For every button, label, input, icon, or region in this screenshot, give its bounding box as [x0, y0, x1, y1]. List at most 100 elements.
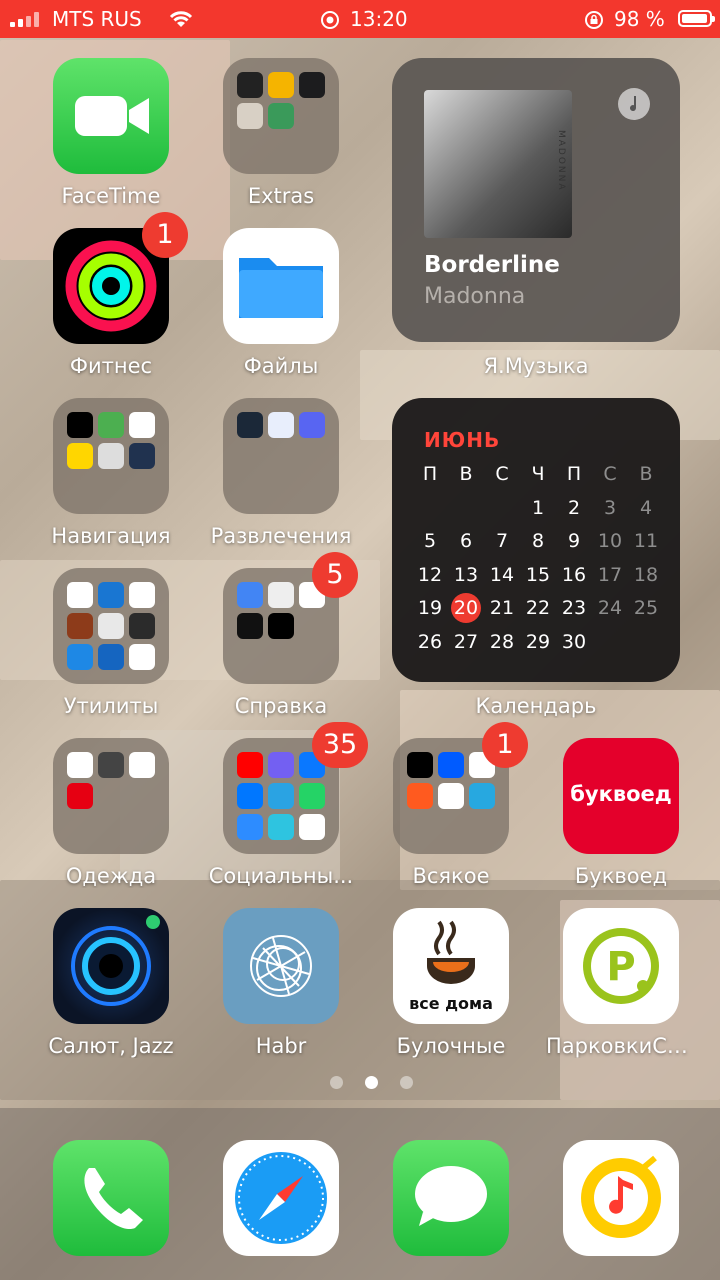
folder-icon: [53, 398, 169, 514]
folder-label: Extras: [247, 184, 315, 208]
dock-phone[interactable]: [36, 1140, 186, 1256]
app-label: ПарковкиСа...: [546, 1034, 696, 1058]
app-label: Салют, Jazz: [48, 1034, 174, 1058]
app-label: FaceTime: [61, 184, 161, 208]
calendar-weekday: П: [566, 463, 582, 485]
dock-messages[interactable]: [376, 1140, 526, 1256]
app-bukvoed[interactable]: буквоед Буквоед: [546, 738, 696, 888]
app-parking[interactable]: P ПарковкиСа...: [546, 908, 696, 1058]
battery-percent: 98 %: [614, 7, 665, 31]
notification-badge: 1: [482, 722, 528, 768]
calendar-day: 5: [423, 530, 437, 552]
folder-icon: [223, 398, 339, 514]
dock-safari[interactable]: [206, 1140, 356, 1256]
notification-badge: 1: [142, 212, 188, 258]
calendar-day: 15: [525, 563, 551, 586]
calendar-day: 26: [417, 630, 443, 653]
track-artist: Madonna: [424, 284, 526, 309]
dock: [0, 1108, 720, 1280]
calendar-day: 24: [597, 597, 623, 619]
carrier-name: MTS RUS: [52, 7, 142, 31]
folder-reference[interactable]: 5 Справка: [206, 552, 358, 718]
app-bakeries[interactable]: все дома Булочные: [376, 908, 526, 1058]
folder-clothing[interactable]: Одежда: [36, 738, 186, 888]
folder-label: Всякое: [412, 864, 490, 888]
messages-bubble-icon: [393, 1140, 509, 1256]
app-label: Буквоед: [574, 864, 668, 888]
calendar-day: 27: [453, 630, 479, 653]
folder-utilities[interactable]: Утилиты: [36, 568, 186, 718]
calendar-weekday: С: [495, 463, 509, 485]
folder-label: Справка: [234, 694, 328, 718]
calendar-day: [484, 492, 520, 526]
folder-social[interactable]: 35 Социальны...: [206, 722, 368, 888]
calendar-day: 10: [597, 530, 623, 552]
album-cover: MADONNA: [424, 90, 572, 238]
yandex-music-icon: [563, 1140, 679, 1256]
location-icon: [321, 11, 339, 29]
app-fitness[interactable]: 1 Фитнес: [36, 212, 188, 378]
coffee-cup-icon: все дома: [393, 908, 509, 1024]
app-label: Булочные: [396, 1034, 506, 1058]
cellular-signal-icon: [10, 11, 44, 27]
calendar-day: 8: [531, 530, 545, 552]
app-label: Файлы: [243, 354, 319, 378]
calendar-day: 13: [453, 563, 479, 586]
folder-navigation[interactable]: Навигация: [36, 398, 186, 548]
parking-icon: P: [563, 908, 679, 1024]
calendar-month: ИЮНЬ: [424, 428, 501, 452]
calendar-day: 28: [489, 630, 515, 653]
music-widget[interactable]: MADONNA Borderline Madonna: [392, 58, 680, 342]
calendar-day: 11: [633, 530, 659, 552]
calendar-widget[interactable]: ИЮНЬ П В С Ч П С В 1 2 3 4 5 6 7 8 9 10 11 12 13 14 15 16 17 18 1…: [392, 398, 680, 682]
calendar-day: 9: [567, 530, 581, 552]
notification-badge: 35: [312, 722, 368, 768]
calendar-day: 1: [531, 496, 545, 519]
calendar-day: 12: [417, 563, 443, 586]
clock: 13:20: [350, 7, 408, 31]
folder-entertainment[interactable]: Развлечения: [206, 398, 356, 548]
app-label: Habr: [255, 1034, 307, 1058]
calendar-day: 17: [597, 563, 623, 586]
calendar-day: 2: [567, 496, 581, 519]
calendar-weekday: В: [639, 463, 653, 485]
page-indicator[interactable]: [330, 1076, 413, 1089]
calendar-widget-label: Календарь: [475, 694, 597, 718]
app-facetime[interactable]: FaceTime: [36, 58, 186, 208]
page-dot-active: [365, 1076, 378, 1089]
calendar-day: 30: [561, 630, 587, 653]
page-dot: [400, 1076, 413, 1089]
bukvoed-logo-text: буквоед: [570, 782, 672, 806]
album-cover-text: MADONNA: [556, 130, 566, 192]
wifi-icon: [169, 11, 193, 27]
rotation-lock-icon: [585, 11, 603, 29]
folder-icon: [53, 568, 169, 684]
calendar-weekday: В: [459, 463, 473, 485]
folder-label: Развлечения: [210, 524, 352, 548]
bakery-logo-text: все дома: [409, 994, 493, 1013]
app-files[interactable]: Файлы: [206, 228, 356, 378]
notification-badge: 5: [312, 552, 358, 598]
calendar-day: 21: [489, 597, 515, 619]
calendar-week-row: 5 6 7 8 9 10 11: [412, 525, 664, 559]
calendar-weekday: Ч: [531, 463, 545, 485]
calendar-weekday: С: [603, 463, 617, 485]
facetime-icon: [53, 58, 169, 174]
calendar-day: [412, 492, 448, 526]
music-service-icon: [618, 88, 650, 120]
calendar-day: 4: [639, 496, 653, 519]
svg-text:P: P: [606, 944, 635, 990]
calendar-day: [448, 492, 484, 526]
battery-icon: [678, 10, 715, 27]
dock-music[interactable]: [546, 1140, 696, 1256]
folder-icon: [223, 58, 339, 174]
folder-misc[interactable]: 1 Всякое: [376, 722, 528, 888]
calendar-day: 16: [561, 563, 587, 586]
page-dot: [330, 1076, 343, 1089]
calendar-week-row: 1234: [412, 492, 664, 526]
app-salut[interactable]: Салют, Jazz: [36, 908, 186, 1058]
calendar-weekday: П: [422, 463, 438, 485]
calendar-day: 3: [603, 496, 617, 519]
folder-extras[interactable]: Extras: [206, 58, 356, 208]
app-habr[interactable]: Habr: [206, 908, 356, 1058]
